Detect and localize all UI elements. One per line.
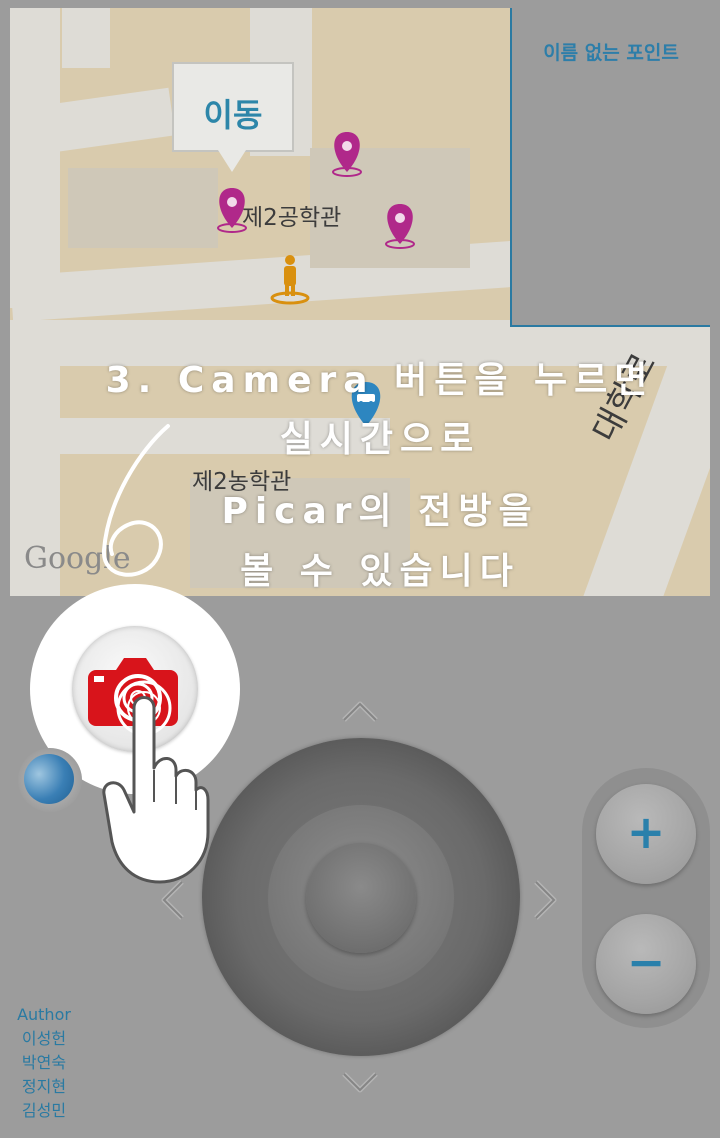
- zoom-out-button[interactable]: −: [596, 914, 696, 1014]
- map-pin-icon[interactable]: [332, 132, 362, 177]
- author-name: 김성민: [21, 1101, 67, 1120]
- map-pin-icon[interactable]: [385, 204, 415, 249]
- tapping-hand-icon: [102, 680, 210, 884]
- author-credits: Author 이성헌 박연숙 정지현 김성민: [12, 1003, 76, 1123]
- point-info-panel: 이름 없는 포인트: [510, 8, 710, 327]
- instruction-line: Picar의 전방을: [221, 491, 539, 532]
- chevron-down-icon[interactable]: [340, 1070, 380, 1096]
- chevron-right-icon[interactable]: [532, 878, 560, 922]
- author-heading: Author: [17, 1005, 71, 1024]
- callout-tail: [218, 150, 246, 172]
- person-marker-icon[interactable]: [270, 255, 310, 305]
- author-name: 박연숙: [21, 1053, 67, 1072]
- instruction-line: 볼 수 있습니다: [240, 551, 520, 592]
- chevron-up-icon[interactable]: [340, 698, 380, 724]
- map-label-building: 제2공학관: [242, 205, 342, 231]
- instruction-line: 실시간으로: [279, 419, 481, 460]
- author-name: 정지현: [21, 1077, 67, 1096]
- connect-toggle-button[interactable]: [24, 754, 74, 804]
- joystick-knob[interactable]: [306, 843, 416, 953]
- callout-move-label[interactable]: 이동: [172, 90, 294, 136]
- author-name: 이성헌: [21, 1029, 67, 1048]
- zoom-in-button[interactable]: +: [596, 784, 696, 884]
- point-info-title: 이름 없는 포인트: [543, 42, 679, 64]
- instruction-line: 3. Camera 버튼을 누르면: [105, 360, 655, 401]
